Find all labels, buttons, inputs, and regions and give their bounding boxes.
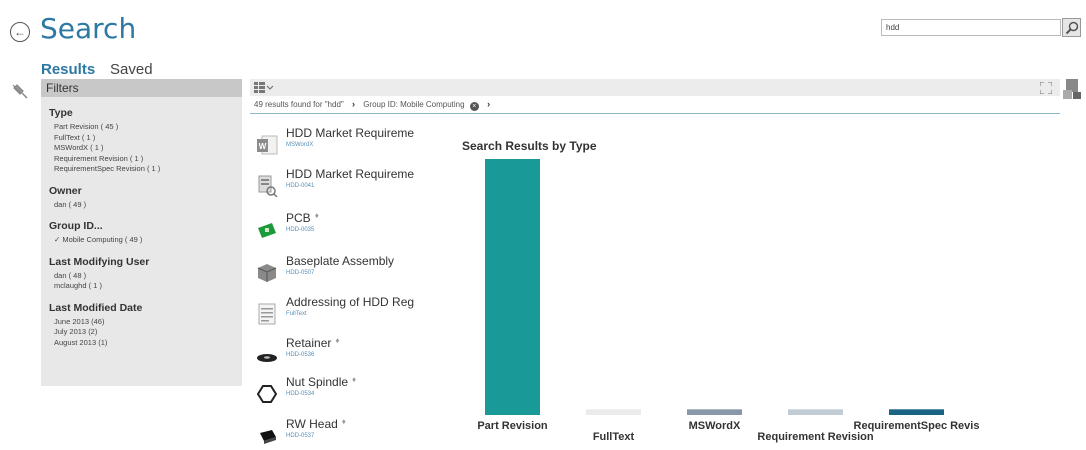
lock-icon: ♦ xyxy=(352,375,357,384)
filter-item[interactable]: FullText ( 1 ) xyxy=(49,133,234,144)
result-subtitle: HDD-0041 xyxy=(286,183,315,189)
results-by-type-chart: Part Revision FullText MSWordX Requirement … xyxy=(477,159,980,443)
category-label: FullText xyxy=(593,431,635,443)
filter-item[interactable]: Part Revision ( 45 ) xyxy=(49,122,234,133)
divider xyxy=(250,113,1060,114)
nut-icon xyxy=(256,385,278,403)
filter-group-last-modifying-user: Last Modifying User dan ( 48 ) mclaughd … xyxy=(41,256,242,292)
category-label: RequirementSpec Revis xyxy=(854,420,980,432)
category-label: Part Revision xyxy=(477,420,548,432)
result-item[interactable]: Baseplate Assembly HDD-0507 xyxy=(254,254,454,292)
filter-item[interactable]: dan ( 48 ) xyxy=(49,271,234,282)
result-subtitle: HDD-0534 xyxy=(286,391,315,397)
tab-results[interactable]: Results xyxy=(41,61,95,78)
rw-head-icon xyxy=(260,430,276,444)
filter-group-last-modified-date: Last Modified Date June 2013 (46) July 2… xyxy=(41,302,242,349)
result-subtitle: HDD-0035 xyxy=(286,227,315,233)
search-button[interactable] xyxy=(1062,18,1081,37)
requirement-icon xyxy=(258,175,278,197)
filter-group-owner: Owner dan ( 49 ) xyxy=(41,185,242,211)
result-name: RW Head ♦ xyxy=(286,417,346,431)
result-subtitle: HDD-0507 xyxy=(286,270,315,276)
search-icon xyxy=(1065,21,1079,35)
result-subtitle: HDD-0536 xyxy=(286,352,315,358)
page-title: Search xyxy=(40,12,137,45)
lock-icon: ♦ xyxy=(314,211,319,220)
lock-icon: ♦ xyxy=(335,336,340,345)
bar-mswordx[interactable] xyxy=(687,409,742,415)
lock-icon: ♦ xyxy=(341,417,346,426)
filter-item[interactable]: August 2013 (1) xyxy=(49,338,234,349)
fulltext-doc-icon xyxy=(258,303,276,325)
filter-title: Last Modifying User xyxy=(49,255,150,268)
retainer-icon xyxy=(257,354,277,362)
category-label: Requirement Revision xyxy=(757,431,873,443)
filter-title: Group ID... xyxy=(49,220,103,232)
result-item[interactable]: PCB ♦ HDD-0035 xyxy=(254,211,454,249)
word-doc-icon: W xyxy=(257,135,278,155)
pcb-icon xyxy=(258,223,276,238)
result-name: Addressing of HDD Reg xyxy=(286,295,415,309)
filters-panel: Filters Type Part Revision ( 45 ) FullTe… xyxy=(41,79,242,386)
filter-item[interactable]: June 2013 (46) xyxy=(49,317,234,328)
filter-item[interactable]: dan ( 49 ) xyxy=(49,200,234,211)
filter-item[interactable]: July 2013 (2) xyxy=(49,327,234,338)
result-subtitle: MSWordX xyxy=(286,142,314,148)
search-input[interactable]: hdd xyxy=(881,19,1061,36)
result-name: HDD Market Requireme xyxy=(286,126,415,140)
pin-icon[interactable] xyxy=(10,81,30,101)
filter-title: Type xyxy=(49,107,73,119)
back-arrow-icon: ← xyxy=(14,24,26,39)
group-filter-crumb: Group ID: Mobile Computing xyxy=(363,100,465,109)
chevron-right-icon: › xyxy=(487,99,491,109)
result-item[interactable]: HDD Market Requireme HDD-0041 xyxy=(254,167,454,205)
result-name: HDD Market Requireme xyxy=(286,167,415,181)
bar-requirementspec-revis[interactable] xyxy=(889,409,944,415)
svg-text:W: W xyxy=(259,142,267,151)
results-count: 49 results found for "hdd" xyxy=(254,100,344,109)
back-button[interactable]: ← xyxy=(10,22,30,42)
result-name: Nut Spindle ♦ xyxy=(286,375,357,389)
result-subtitle: HDD-0537 xyxy=(286,433,315,439)
view-mode-icon[interactable] xyxy=(254,82,274,93)
results-toolbar xyxy=(250,79,1060,96)
result-name: Baseplate Assembly xyxy=(286,254,395,268)
filter-item[interactable]: ✓ Mobile Computing ( 49 ) xyxy=(49,235,234,246)
assembly-icon xyxy=(257,264,277,282)
chevron-right-icon: › xyxy=(351,99,355,109)
bar-fulltext[interactable] xyxy=(586,409,641,415)
filter-item[interactable]: Requirement Revision ( 1 ) xyxy=(49,154,234,165)
result-name: PCB ♦ xyxy=(286,211,319,225)
breadcrumb: 49 results found for "hdd" › Group ID: M… xyxy=(254,99,496,111)
bar-requirement-revision[interactable] xyxy=(788,409,843,415)
expand-icon[interactable] xyxy=(1040,82,1052,94)
result-item[interactable]: RW Head ♦ HDD-0537 xyxy=(254,417,454,450)
result-item[interactable]: Retainer ♦ HDD-0536 xyxy=(254,336,454,374)
filter-item[interactable]: RequirementSpec Revision ( 1 ) xyxy=(49,164,234,175)
result-item[interactable]: W HDD Market Requireme MSWordX xyxy=(254,126,454,164)
filter-item[interactable]: mclaughd ( 1 ) xyxy=(49,281,234,292)
filter-group-type: Type Part Revision ( 45 ) FullText ( 1 )… xyxy=(41,107,242,175)
filter-title: Owner xyxy=(49,184,82,197)
filter-item[interactable]: MSWordX ( 1 ) xyxy=(49,143,234,154)
result-item[interactable]: Nut Spindle ♦ HDD-0534 xyxy=(254,375,454,413)
clear-filter-icon[interactable]: × xyxy=(469,102,479,111)
result-item[interactable]: Addressing of HDD Reg FullText xyxy=(254,295,454,333)
tab-saved[interactable]: Saved xyxy=(110,61,153,78)
bar-part-revision[interactable] xyxy=(485,159,540,415)
category-label: MSWordX xyxy=(689,420,741,432)
result-subtitle: FullText xyxy=(286,311,307,317)
result-name: Retainer ♦ xyxy=(286,336,340,350)
filter-group-group-id: Group ID... ✓ Mobile Computing ( 49 ) xyxy=(41,220,242,246)
filter-title: Last Modified Date xyxy=(49,301,143,314)
filters-header: Filters xyxy=(41,79,242,97)
share-icon[interactable] xyxy=(1063,78,1083,100)
